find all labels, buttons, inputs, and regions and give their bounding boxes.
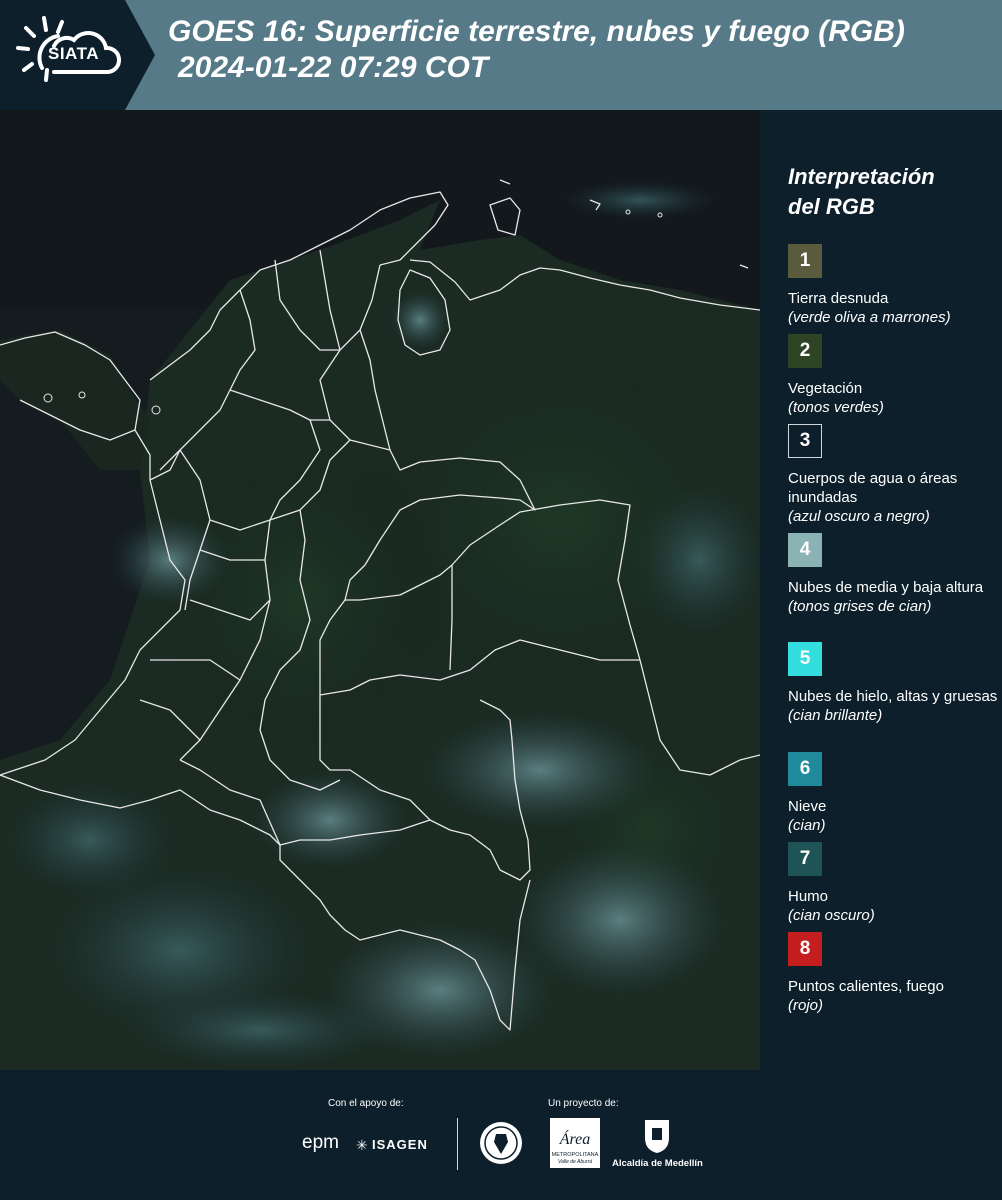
- legend-item-7: 7 Humo (cian oscuro): [788, 842, 998, 925]
- legend-item-4: 4 Nubes de media y baja altura (tonos gr…: [788, 533, 998, 616]
- legend-swatch: 8: [788, 932, 822, 966]
- legend-swatch: 5: [788, 642, 822, 676]
- legend-item-sub: (cian oscuro): [788, 907, 875, 924]
- alcaldia-logo: Alcaldía de Medellín: [612, 1158, 703, 1169]
- legend-item-label: Vegetación: [788, 380, 863, 397]
- legend-title-line-1: Interpretación: [788, 164, 935, 189]
- area-logo-sub2: Valle de Aburrá: [558, 1159, 592, 1165]
- title-line-2: 2024-01-22 07:29 COT: [178, 51, 489, 84]
- legend-item-sub: (verde oliva a marrones): [788, 309, 951, 326]
- legend-item-sub: (rojo): [788, 997, 824, 1014]
- legend-item-label: Puntos calientes, fuego: [788, 978, 944, 995]
- page-title: GOES 16: Superficie terrestre, nubes y f…: [168, 14, 905, 86]
- legend-swatch: 4: [788, 533, 822, 567]
- legend-item-3: 3 Cuerpos de agua o áreas inundadas (azu…: [788, 424, 998, 526]
- project-label: Un proyecto de:: [548, 1098, 619, 1109]
- footer: Con el apoyo de: Un proyecto de: epm ✳ I…: [0, 1070, 1002, 1200]
- legend-item-sub: (tonos grises de cian): [788, 598, 932, 615]
- logo-text: SIATA: [48, 44, 99, 63]
- legend-item-sub: (azul oscuro a negro): [788, 508, 930, 525]
- legend-item-label: Tierra desnuda: [788, 290, 889, 307]
- legend-item-label: Nieve: [788, 798, 827, 815]
- legend-title: Interpretación del RGB: [788, 162, 935, 222]
- legend-item-6: 6 Nieve (cian): [788, 752, 998, 835]
- satellite-map-svg: [0, 110, 760, 1070]
- legend-item-5: 5 Nubes de hielo, altas y gruesas (cian …: [788, 642, 998, 725]
- legend-item-1: 1 Tierra desnuda (verde oliva a marrones…: [788, 244, 998, 327]
- area-metropolitana-logo: Área METROPOLITANA Valle de Aburrá: [550, 1118, 600, 1168]
- legend-swatch: 7: [788, 842, 822, 876]
- legend-title-line-2: del RGB: [788, 194, 875, 219]
- legend-item-2: 2 Vegetación (tonos verdes): [788, 334, 998, 417]
- legend-item-label: Humo: [788, 888, 829, 905]
- legend-swatch: 3: [788, 424, 822, 458]
- isagen-logo: ISAGEN: [372, 1137, 428, 1152]
- legend-swatch: 2: [788, 334, 822, 368]
- legend-item-sub: (cian): [788, 817, 826, 834]
- legend-item-label: Nubes de media y baja altura: [788, 579, 984, 596]
- title-line-1: GOES 16: Superficie terrestre, nubes y f…: [168, 15, 905, 48]
- legend-item-sub: (cian brillante): [788, 707, 883, 724]
- legend-item-8: 8 Puntos calientes, fuego (rojo): [788, 932, 998, 1015]
- legend-swatch: 6: [788, 752, 822, 786]
- institution-seal-icon: [480, 1122, 522, 1164]
- header: SIATA GOES 16: Superficie terrestre, nub…: [0, 0, 1002, 110]
- satellite-map[interactable]: [0, 110, 760, 1070]
- epm-logo: epm: [302, 1132, 339, 1153]
- footer-divider: [457, 1118, 458, 1170]
- isagen-star-icon: ✳: [356, 1138, 368, 1154]
- legend-panel: Interpretación del RGB 1 Tierra desnuda …: [760, 110, 1002, 1070]
- legend-item-sub: (tonos verdes): [788, 399, 884, 416]
- legend-item-label: Nubes de hielo, altas y gruesas: [788, 688, 998, 705]
- legend-item-label: Cuerpos de agua o áreas inundadas: [788, 470, 958, 506]
- support-label: Con el apoyo de:: [328, 1098, 404, 1109]
- medellin-coat-of-arms-icon: [645, 1120, 669, 1153]
- area-logo-name: Área: [559, 1129, 591, 1148]
- legend-swatch: 1: [788, 244, 822, 278]
- area-logo-sub1: METROPOLITANA: [552, 1152, 599, 1158]
